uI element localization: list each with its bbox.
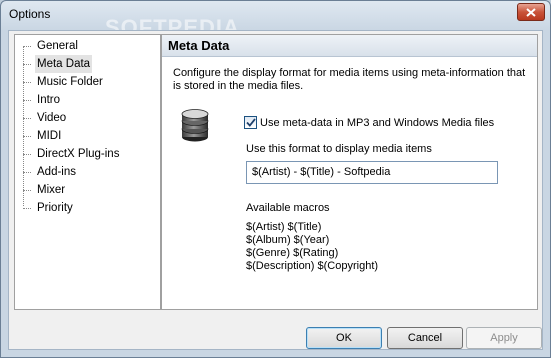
tree-item-label: DirectX Plug-ins (37, 148, 120, 160)
close-button[interactable] (517, 3, 545, 21)
format-label: Use this format to display media items (246, 143, 432, 155)
use-meta-data-checkbox[interactable] (244, 116, 257, 129)
category-tree: General Meta Data Music Folder Intro Vid… (14, 34, 161, 310)
tree-item-label: Priority (37, 202, 73, 214)
client-area: General Meta Data Music Folder Intro Vid… (8, 30, 543, 350)
macros-title: Available macros (246, 202, 330, 214)
tree-item-label: MIDI (37, 130, 62, 142)
apply-button[interactable]: Apply (466, 327, 542, 349)
panel-title: Meta Data (168, 38, 230, 53)
title-bar[interactable]: Options SOFTPEDIA (1, 1, 550, 40)
tree-item-label: General (37, 40, 78, 52)
use-meta-data-option[interactable]: Use meta-data in MP3 and Windows Media f… (244, 116, 494, 129)
macros-list: $(Artist) $(Title) $(Album) $(Year) $(Ge… (246, 221, 378, 273)
ok-button[interactable]: OK (306, 327, 382, 349)
database-icon (181, 109, 209, 142)
checkbox-label: Use meta-data in MP3 and Windows Media f… (260, 116, 495, 129)
macro-line: $(Artist) $(Title) (246, 221, 322, 233)
tree-item-label: Music Folder (37, 76, 103, 88)
format-input[interactable]: $(Artist) - $(Title) - Softpedia (246, 161, 498, 184)
options-window: Options SOFTPEDIA General Meta Data Musi… (0, 0, 551, 358)
macro-line: $(Genre) $(Rating) (246, 247, 339, 259)
tree-item-label: Add-ins (37, 166, 76, 178)
macro-line: $(Album) $(Year) (246, 234, 330, 246)
panel-header: Meta Data (162, 35, 537, 57)
tree-item-label: Mixer (37, 184, 66, 196)
panel-description: Configure the display format for media i… (173, 67, 526, 92)
window-title: Options (9, 7, 51, 21)
macro-line: $(Description) $(Copyright) (246, 260, 379, 272)
tree-item-label: Meta Data (35, 55, 93, 73)
checkmark-icon (245, 118, 256, 127)
tree-connector (23, 46, 24, 206)
tree-item-label: Intro (37, 94, 61, 106)
close-icon (526, 7, 536, 17)
cancel-button[interactable]: Cancel (387, 327, 463, 349)
settings-panel: Meta Data Configure the display format f… (161, 34, 538, 310)
tree-item-label: Video (37, 112, 67, 124)
